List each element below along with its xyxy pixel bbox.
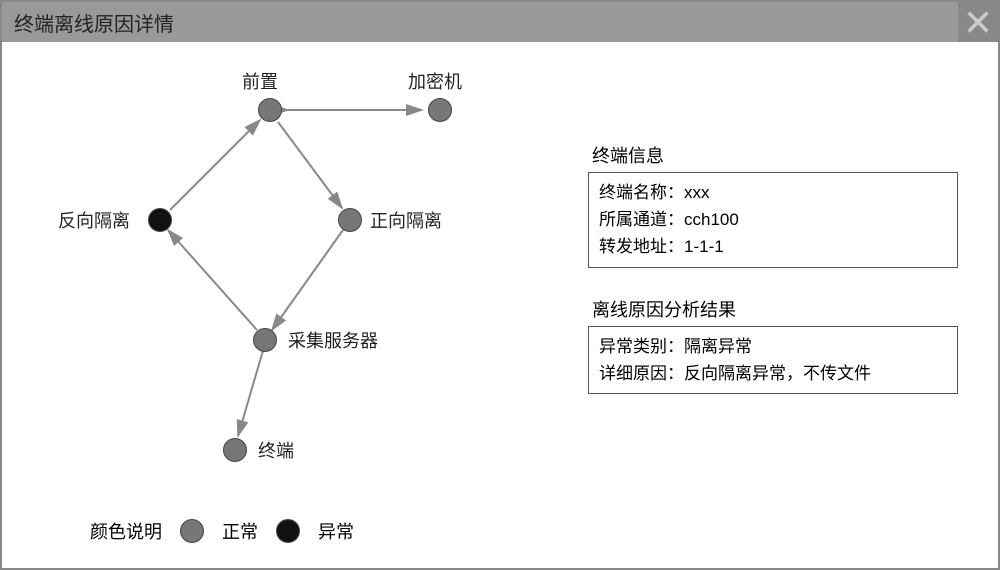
terminal-info-box: 终端名称：xxx 所属通道：cch100 转发地址：1-1-1: [588, 172, 958, 268]
close-icon[interactable]: [958, 2, 998, 42]
legend-abnormal-label: 异常: [318, 518, 354, 544]
node-collector-label: 采集服务器: [288, 327, 378, 353]
node-front-label: 前置: [242, 68, 278, 94]
terminal-name-value: xxx: [684, 183, 710, 202]
node-front[interactable]: [258, 98, 282, 122]
connection-arrows: [10, 50, 550, 560]
category-label: 异常类别：: [599, 337, 684, 356]
node-crypto[interactable]: [428, 98, 452, 122]
terminal-info-block: 终端信息 终端名称：xxx 所属通道：cch100 转发地址：1-1-1: [588, 142, 958, 268]
node-reverse-isolation-label: 反向隔离: [58, 207, 130, 233]
title-bar: 终端离线原因详情: [2, 2, 998, 42]
node-crypto-label: 加密机: [408, 68, 462, 94]
forward-addr-label: 转发地址：: [599, 237, 684, 256]
node-forward-isolation-label: 正向隔离: [370, 207, 442, 233]
node-collector[interactable]: [253, 328, 277, 352]
legend-normal-label: 正常: [222, 518, 258, 544]
dialog-title: 终端离线原因详情: [14, 8, 174, 37]
dialog-window: 终端离线原因详情: [0, 0, 1000, 570]
content-area: 前置 加密机 反向隔离 正向隔离 采集服务器 终端 颜色说明 正常 异常 终端信…: [2, 42, 998, 568]
legend-dot-abnormal: [276, 519, 300, 543]
node-terminal[interactable]: [223, 438, 247, 462]
category-value: 隔离异常: [684, 337, 752, 356]
topology-diagram: 前置 加密机 反向隔离 正向隔离 采集服务器 终端 颜色说明 正常 异常: [10, 50, 550, 560]
analysis-block: 离线原因分析结果 异常类别：隔离异常 详细原因：反向隔离异常，不传文件: [588, 296, 958, 394]
node-reverse-isolation[interactable]: [148, 208, 172, 232]
color-legend: 颜色说明 正常 异常: [90, 518, 354, 544]
legend-dot-normal: [180, 519, 204, 543]
info-panel: 终端信息 终端名称：xxx 所属通道：cch100 转发地址：1-1-1 离线原…: [588, 142, 958, 422]
analysis-box: 异常类别：隔离异常 详细原因：反向隔离异常，不传文件: [588, 326, 958, 394]
terminal-name-label: 终端名称：: [599, 183, 684, 202]
node-forward-isolation[interactable]: [338, 208, 362, 232]
forward-addr-value: 1-1-1: [684, 237, 724, 256]
detail-value: 反向隔离异常，不传文件: [684, 364, 871, 383]
legend-title: 颜色说明: [90, 518, 162, 544]
channel-label: 所属通道：: [599, 210, 684, 229]
channel-value: cch100: [684, 210, 739, 229]
node-terminal-label: 终端: [258, 437, 294, 463]
analysis-heading: 离线原因分析结果: [588, 296, 958, 322]
detail-label: 详细原因：: [599, 364, 684, 383]
terminal-info-heading: 终端信息: [588, 142, 958, 168]
